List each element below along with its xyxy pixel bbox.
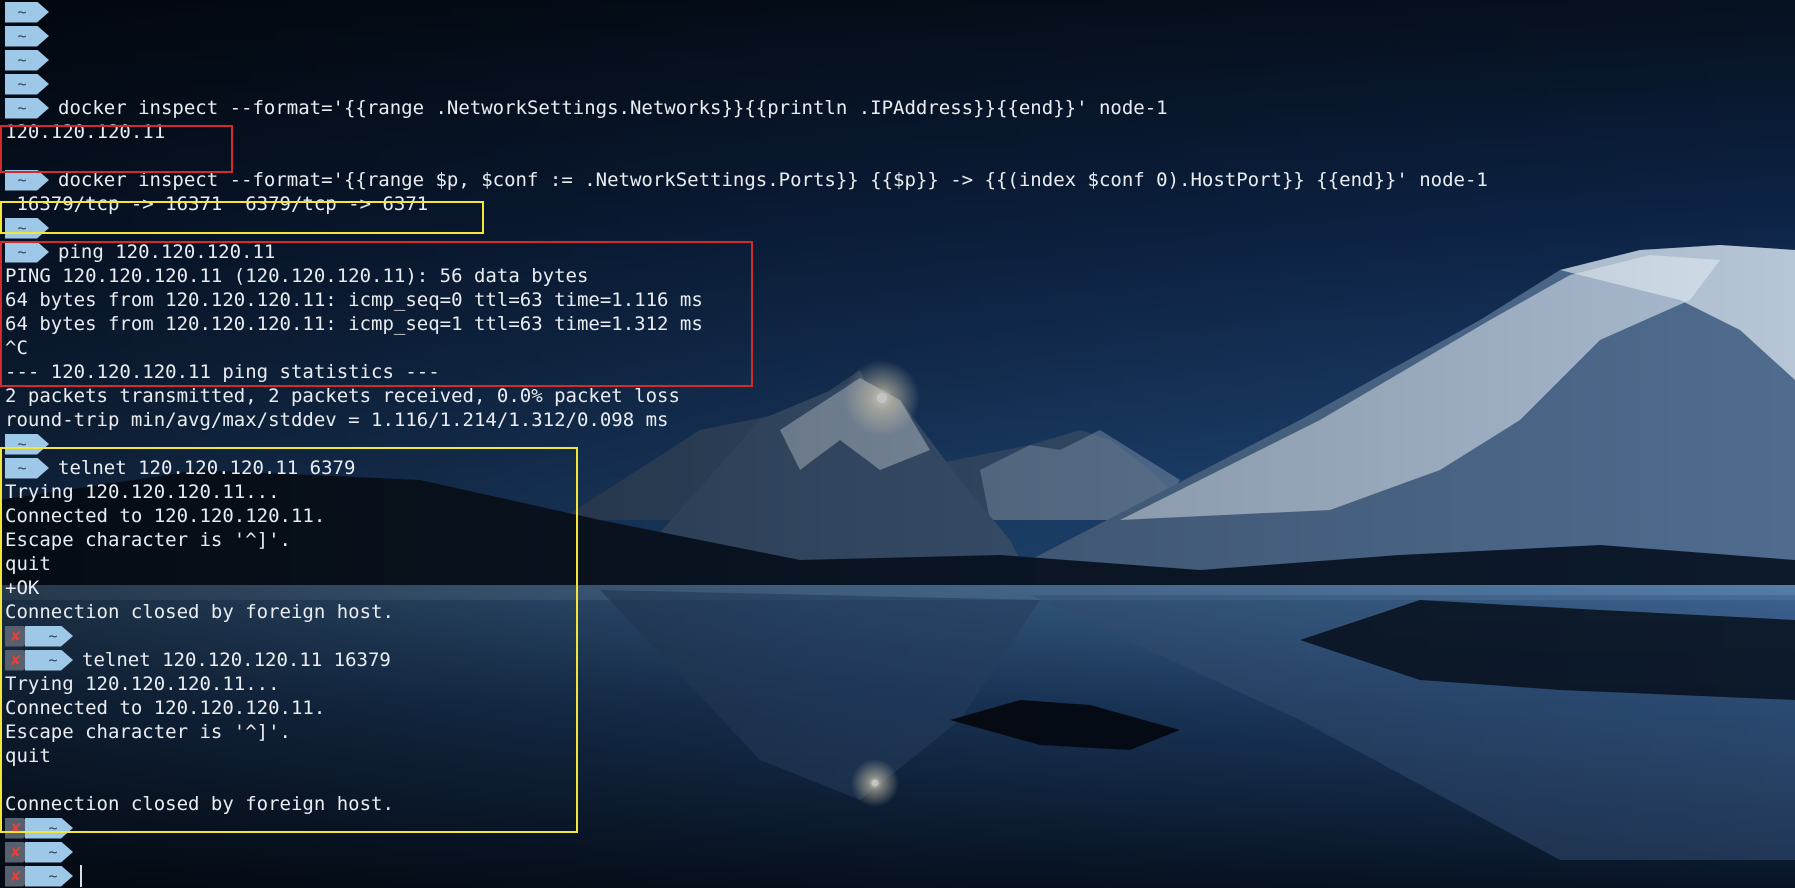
prompt-line: ~ telnet 120.120.120.11 6379 xyxy=(5,456,355,480)
output-text: Escape character is '^]'. xyxy=(5,721,291,743)
prompt-segment: ✘ ~ xyxy=(5,842,73,863)
output-text: Trying 120.120.120.11... xyxy=(5,481,280,503)
prompt-line: ✘ ~ xyxy=(5,624,82,648)
output-text: 64 bytes from 120.120.120.11: icmp_seq=0… xyxy=(5,289,703,311)
output-text: Connection closed by foreign host. xyxy=(5,793,394,815)
output-line: Connection closed by foreign host. xyxy=(5,600,394,624)
output-line: Escape character is '^]'. xyxy=(5,720,291,744)
output-line: --- 120.120.120.11 ping statistics --- xyxy=(5,360,440,384)
output-text: quit xyxy=(5,745,51,767)
prompt-dir-tilde: ~ xyxy=(5,170,49,191)
prompt-line: ~ ping 120.120.120.11 xyxy=(5,240,275,264)
prompt-dir-tilde: ~ xyxy=(5,50,49,71)
output-line: round-trip min/avg/max/stddev = 1.116/1.… xyxy=(5,408,668,432)
output-text: round-trip min/avg/max/stddev = 1.116/1.… xyxy=(5,409,669,431)
output-text: 2 packets transmitted, 2 packets receive… xyxy=(5,385,680,407)
output-line: Connected to 120.120.120.11. xyxy=(5,696,325,720)
output-text: PING 120.120.120.11 (120.120.120.11): 56… xyxy=(5,265,589,287)
output-text: 120.120.120.11 xyxy=(5,121,166,143)
prompt-dir-tilde: ~ xyxy=(5,458,49,479)
prompt-line: ✘ ~ xyxy=(5,840,82,864)
output-text: Escape character is '^]'. xyxy=(5,529,291,551)
prompt-line: ✘ ~ telnet 120.120.120.11 16379 xyxy=(5,648,391,672)
output-line: Connected to 120.120.120.11. xyxy=(5,504,325,528)
output-line: +OK xyxy=(5,576,39,600)
output-text: Connection closed by foreign host. xyxy=(5,601,394,623)
output-line: Escape character is '^]'. xyxy=(5,528,291,552)
prompt-segment: ~ xyxy=(5,434,49,455)
prompt-segment: ~ xyxy=(5,218,49,239)
prompt-dir-tilde: ~ xyxy=(25,818,73,839)
command-text: ping 120.120.120.11 xyxy=(58,241,276,263)
output-line: 16379/tcp -> 16371 6379/tcp -> 6371 xyxy=(5,192,428,216)
command-text: telnet 120.120.120.11 6379 xyxy=(58,457,356,479)
output-line: PING 120.120.120.11 (120.120.120.11): 56… xyxy=(5,264,588,288)
terminal-window[interactable]: ~ ~ ~ ~ ~ docker inspect --format='{{range .N… xyxy=(0,0,1795,888)
output-line: ^C xyxy=(5,336,28,360)
output-text: Connected to 120.120.120.11. xyxy=(5,697,326,719)
output-line: 120.120.120.11 xyxy=(5,120,165,144)
output-text: quit xyxy=(5,553,51,575)
prompt-segment: ~ xyxy=(5,50,49,71)
prompt-dir-tilde: ~ xyxy=(5,98,49,119)
prompt-dir-tilde: ~ xyxy=(5,2,49,23)
prompt-line: ~ docker inspect --format='{{range .Netwo… xyxy=(5,96,1168,120)
prompt-dir-tilde: ~ xyxy=(25,842,73,863)
command-text: docker inspect --format='{{range .Networ… xyxy=(58,97,1168,119)
output-text: Connected to 120.120.120.11. xyxy=(5,505,326,527)
output-text: ^C xyxy=(5,337,28,359)
prompt-line: ~ xyxy=(5,216,58,240)
prompt-segment: ~ xyxy=(5,74,49,95)
prompt-line: ~ docker inspect --format='{{range $p, $c… xyxy=(5,168,1488,192)
prompt-line: ✘ ~ xyxy=(5,864,82,888)
prompt-line: ~ xyxy=(5,72,58,96)
prompt-dir-tilde: ~ xyxy=(5,242,49,263)
output-line: Connection closed by foreign host. xyxy=(5,792,394,816)
prompt-dir-tilde: ~ xyxy=(25,650,73,671)
output-text: +OK xyxy=(5,577,40,599)
prompt-segment: ✘ ~ xyxy=(5,650,73,671)
prompt-line: ~ xyxy=(5,432,58,456)
output-line: 64 bytes from 120.120.120.11: icmp_seq=1… xyxy=(5,312,703,336)
prompt-segment: ~ xyxy=(5,2,49,23)
output-line: quit xyxy=(5,744,51,768)
prompt-segment: ✘ ~ xyxy=(5,626,73,647)
prompt-segment: ✘ ~ xyxy=(5,818,73,839)
prompt-line: ~ xyxy=(5,0,58,24)
output-line: quit xyxy=(5,552,51,576)
output-text: --- 120.120.120.11 ping statistics --- xyxy=(5,361,440,383)
prompt-segment: ✘ ~ xyxy=(5,866,73,887)
output-text: Trying 120.120.120.11... xyxy=(5,673,280,695)
prompt-dir-tilde: ~ xyxy=(25,626,73,647)
prompt-dir-tilde: ~ xyxy=(5,74,49,95)
output-line: Trying 120.120.120.11... xyxy=(5,672,280,696)
prompt-dir-tilde: ~ xyxy=(25,866,73,887)
prompt-segment: ~ xyxy=(5,98,49,119)
prompt-line: ~ xyxy=(5,24,58,48)
output-line: 2 packets transmitted, 2 packets receive… xyxy=(5,384,680,408)
output-text: 16379/tcp -> 16371 6379/tcp -> 6371 xyxy=(5,193,429,215)
command-text: docker inspect --format='{{range $p, $co… xyxy=(58,169,1488,191)
output-line: Trying 120.120.120.11... xyxy=(5,480,280,504)
prompt-dir-tilde: ~ xyxy=(5,434,49,455)
command-text: telnet 120.120.120.11 16379 xyxy=(82,649,391,671)
text-cursor[interactable] xyxy=(80,865,82,887)
prompt-segment: ~ xyxy=(5,242,49,263)
prompt-line: ✘ ~ xyxy=(5,816,82,840)
prompt-line: ~ xyxy=(5,48,58,72)
prompt-segment: ~ xyxy=(5,170,49,191)
prompt-segment: ~ xyxy=(5,26,49,47)
prompt-segment: ~ xyxy=(5,458,49,479)
output-line: 64 bytes from 120.120.120.11: icmp_seq=0… xyxy=(5,288,703,312)
output-text: 64 bytes from 120.120.120.11: icmp_seq=1… xyxy=(5,313,703,335)
prompt-dir-tilde: ~ xyxy=(5,26,49,47)
prompt-dir-tilde: ~ xyxy=(5,218,49,239)
